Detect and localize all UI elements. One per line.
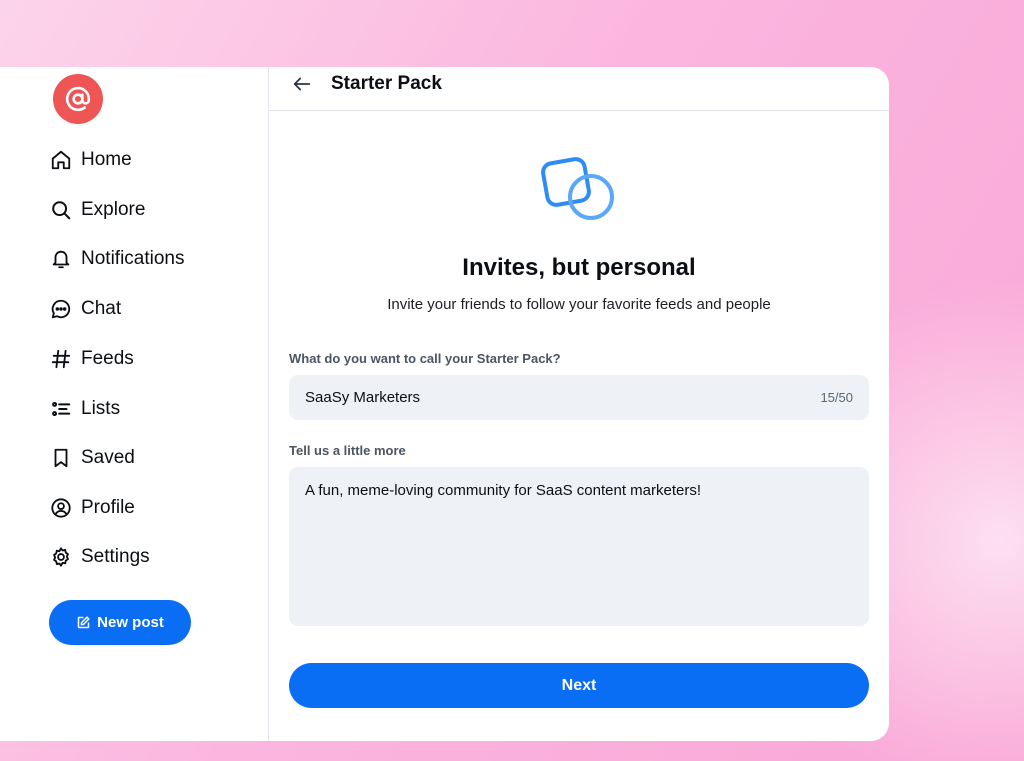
page-header: Starter Pack (269, 67, 889, 111)
sidebar-item-label: Home (81, 149, 132, 170)
home-icon (50, 149, 72, 171)
starter-pack-icon (541, 157, 617, 223)
sidebar-item-explore[interactable]: Explore (50, 195, 145, 225)
sidebar-item-saved[interactable]: Saved (50, 443, 135, 473)
character-counter: 15/50 (820, 390, 853, 405)
hero-subtitle: Invite your friends to follow your favor… (387, 296, 771, 313)
sidebar-item-notifications[interactable]: Notifications (50, 244, 185, 274)
hero-title: Invites, but personal (462, 254, 696, 281)
description-field-label: Tell us a little more (289, 443, 406, 458)
bookmark-icon (50, 447, 72, 469)
chat-bubble-icon (50, 298, 72, 320)
new-post-label: New post (97, 614, 164, 631)
description-value: A fun, meme-loving community for SaaS co… (305, 482, 701, 499)
new-post-button[interactable]: New post (49, 600, 191, 645)
at-sign-icon (65, 86, 91, 112)
search-icon (50, 199, 72, 221)
bell-icon (50, 248, 72, 270)
sidebar-item-chat[interactable]: Chat (50, 294, 121, 324)
sidebar-item-home[interactable]: Home (50, 145, 132, 175)
name-field-label: What do you want to call your Starter Pa… (289, 351, 561, 366)
gear-icon (50, 546, 72, 568)
sidebar-item-label: Saved (81, 447, 135, 468)
avatar[interactable] (53, 74, 103, 124)
next-button[interactable]: Next (289, 663, 869, 708)
edit-icon (76, 615, 91, 630)
sidebar-item-label: Notifications (81, 248, 185, 269)
description-textarea[interactable]: A fun, meme-loving community for SaaS co… (289, 467, 869, 626)
page-title: Starter Pack (331, 73, 442, 94)
sidebar-item-label: Explore (81, 199, 146, 220)
sidebar-item-label: Settings (81, 546, 150, 567)
list-icon (50, 398, 72, 420)
sidebar-item-settings[interactable]: Settings (50, 542, 150, 572)
sidebar: Home Explore Notifications Chat Feeds Li… (0, 67, 269, 741)
sidebar-item-label: Profile (81, 497, 135, 518)
sidebar-item-label: Lists (81, 398, 121, 419)
app-window: Home Explore Notifications Chat Feeds Li… (0, 67, 889, 741)
main-panel: Starter Pack Invites, but personal Invit… (269, 67, 889, 741)
sidebar-item-feeds[interactable]: Feeds (50, 344, 134, 374)
name-value: SaaSy Marketers (305, 389, 421, 406)
sidebar-item-label: Chat (81, 298, 122, 319)
hashtag-icon (50, 348, 72, 370)
sidebar-item-profile[interactable]: Profile (50, 493, 135, 523)
user-circle-icon (50, 497, 72, 519)
back-button[interactable] (291, 73, 313, 95)
sidebar-item-label: Feeds (81, 348, 134, 369)
arrow-left-icon (293, 77, 311, 91)
starter-pack-name-input[interactable]: SaaSy Marketers 15/50 (289, 375, 869, 420)
sidebar-item-lists[interactable]: Lists (50, 394, 120, 424)
